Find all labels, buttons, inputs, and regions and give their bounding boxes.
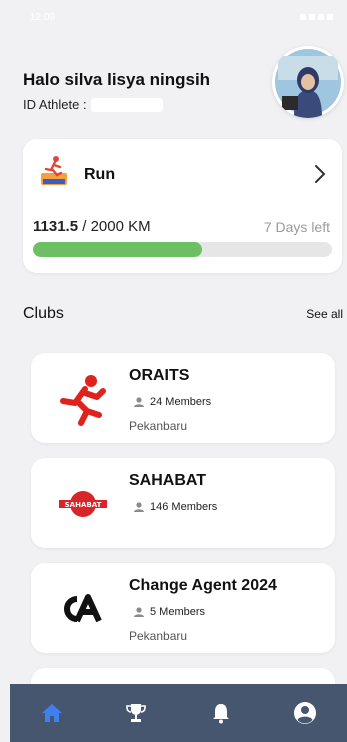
club-city: Pekanbaru [129, 629, 188, 643]
event-title: Run [84, 166, 116, 183]
progress-bar [33, 242, 332, 257]
change-agent-logo [53, 581, 113, 637]
status-bar: 12.09 [0, 0, 347, 34]
club-members: 24 Members [133, 396, 211, 408]
profile-icon[interactable] [285, 693, 325, 733]
avatar[interactable] [272, 46, 344, 118]
progress-current: 1131.5 [33, 218, 79, 235]
club-card[interactable]: ORAITS 24 Members Pekanbaru [31, 353, 335, 443]
club-name: ORAITS [129, 367, 190, 384]
svg-text:SAHABAT: SAHABAT [65, 501, 102, 509]
club-card[interactable]: Change Agent 2024 5 Members Pekanbaru [31, 563, 335, 653]
club-city: Pekanbaru [129, 419, 188, 433]
bottom-nav [10, 684, 347, 742]
person-icon [134, 607, 144, 617]
avatar-photo [275, 49, 341, 118]
club-name: SAHABAT [129, 472, 207, 489]
athlete-id: ID Athlete : [23, 97, 163, 112]
running-man-icon [53, 371, 113, 427]
see-all-link[interactable]: See all [306, 307, 343, 321]
clubs-heading: Clubs [23, 305, 64, 322]
progress-text: 1131.5 / 2000 KM [33, 218, 151, 235]
club-card[interactable]: SAHABAT SAHABAT 146 Members [31, 458, 335, 548]
chevron-right-icon[interactable] [313, 163, 327, 185]
status-time: 12.09 [30, 11, 56, 23]
event-card[interactable]: Run 1131.5 / 2000 KM 7 Days left [23, 139, 342, 273]
person-icon [134, 502, 144, 512]
bell-icon[interactable] [201, 693, 241, 733]
progress-total: / 2000 KM [82, 218, 151, 235]
greeting-title: Halo silva lisya ningsih [23, 70, 211, 89]
athlete-id-label: ID Athlete : [23, 97, 87, 112]
club-members: 5 Members [133, 606, 205, 618]
home-icon[interactable] [32, 693, 72, 733]
club-members: 146 Members [133, 501, 217, 513]
sahabat-logo: SAHABAT [53, 476, 113, 532]
trophy-icon[interactable] [116, 693, 156, 733]
status-icons [300, 14, 333, 20]
run-event-icon [39, 155, 69, 189]
days-left: 7 Days left [263, 219, 330, 235]
club-name: Change Agent 2024 [129, 577, 277, 594]
person-icon [134, 397, 144, 407]
progress-bar-fill [33, 242, 203, 257]
athlete-id-redacted [90, 97, 163, 112]
